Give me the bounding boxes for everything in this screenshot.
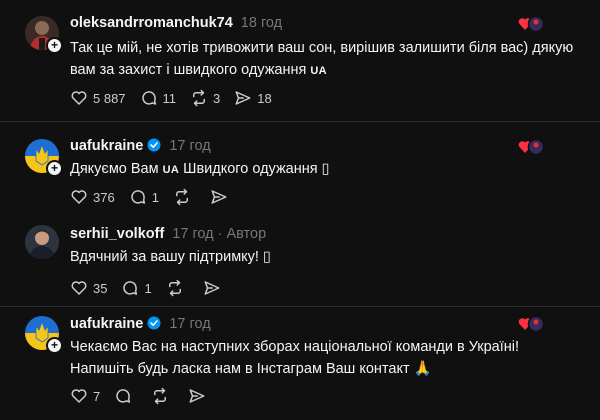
repost-icon bbox=[175, 188, 188, 206]
timestamp[interactable]: 18 год bbox=[241, 15, 282, 31]
timestamp[interactable]: 17 год bbox=[169, 316, 210, 332]
like-count: 35 bbox=[93, 280, 108, 296]
pray-emoji: 🙏 bbox=[413, 361, 432, 377]
timestamp[interactable]: 17 год bbox=[172, 226, 213, 242]
comment-icon bbox=[131, 190, 145, 204]
separator: · bbox=[217, 226, 223, 242]
repost-icon bbox=[193, 89, 206, 107]
avatar[interactable] bbox=[25, 225, 59, 259]
send-icon bbox=[211, 190, 227, 204]
action-bar: 5 887 11 3 18 bbox=[70, 89, 286, 107]
heart-icon bbox=[71, 190, 87, 204]
like-count: 5 887 bbox=[93, 90, 126, 106]
comment-text: Дякуємо Вам UA Швидкого одужання ▯ bbox=[70, 161, 330, 177]
send-icon bbox=[189, 389, 205, 403]
comment-icon bbox=[123, 281, 138, 295]
send-icon bbox=[235, 91, 251, 105]
repost-count: 3 bbox=[213, 90, 221, 106]
heart-icon bbox=[71, 389, 87, 403]
action-bar: 376 1 bbox=[70, 188, 247, 206]
repost-icon bbox=[168, 279, 181, 297]
repost-button[interactable] bbox=[151, 387, 174, 405]
comment-header: uafukraine 17 год bbox=[70, 138, 211, 154]
follow-plus-icon[interactable]: + bbox=[46, 37, 63, 54]
reply-button[interactable]: 11 bbox=[140, 89, 177, 107]
reply-count: 1 bbox=[151, 189, 159, 205]
comment-text: Вдячний за вашу підтримку! ▯ bbox=[70, 249, 271, 265]
reply-count: 11 bbox=[162, 90, 177, 106]
comment-item: + uafukraine 17 год Дякуємо Вам UA Швидко… bbox=[0, 122, 600, 214]
follow-plus-icon[interactable]: + bbox=[46, 337, 63, 354]
repost-button[interactable] bbox=[166, 279, 189, 297]
username[interactable]: uafukraine bbox=[70, 316, 143, 332]
liked-by-author-icon bbox=[518, 138, 544, 156]
heart-icon bbox=[71, 281, 87, 295]
comment-text: Так це мій, не хотів тривожити ваш сон, … bbox=[70, 40, 574, 78]
heart-icon bbox=[71, 91, 87, 105]
like-count: 376 bbox=[93, 189, 115, 205]
comment-header: serhii_volkoff 17 год · Автор bbox=[70, 226, 266, 242]
emoji-placeholder: ▯ bbox=[321, 161, 330, 177]
action-bar: 7 bbox=[70, 387, 225, 405]
username[interactable]: oleksandrromanchuk74 bbox=[70, 15, 233, 31]
liked-by-author-icon bbox=[518, 315, 544, 333]
action-bar: 35 1 bbox=[70, 279, 240, 297]
follow-plus-icon[interactable]: + bbox=[46, 160, 63, 177]
comment-item: + oleksandrromanchuk74 18 год Так це мій,… bbox=[0, 0, 600, 118]
author-badge: Автор bbox=[226, 226, 267, 242]
like-button[interactable]: 376 bbox=[70, 188, 115, 206]
share-button[interactable] bbox=[203, 279, 226, 297]
share-count: 18 bbox=[257, 90, 272, 106]
share-button[interactable] bbox=[210, 188, 233, 206]
username[interactable]: uafukraine bbox=[70, 138, 143, 154]
like-count: 7 bbox=[93, 388, 101, 404]
comment-text: Чекаємо Вас на наступних зборах націонал… bbox=[70, 339, 520, 377]
verified-badge-icon bbox=[147, 316, 161, 330]
repost-button[interactable]: 3 bbox=[190, 89, 220, 107]
like-button[interactable]: 7 bbox=[70, 387, 100, 405]
like-button[interactable]: 5 887 bbox=[70, 89, 126, 107]
ua-flag-emoji: UA bbox=[162, 164, 180, 176]
repost-icon bbox=[154, 387, 167, 405]
comment-header: oleksandrromanchuk74 18 год bbox=[70, 15, 282, 31]
emoji-placeholder: ▯ bbox=[263, 249, 271, 265]
comment-header: uafukraine 17 год bbox=[70, 316, 211, 332]
timestamp[interactable]: 17 год bbox=[169, 138, 210, 154]
verified-badge-icon bbox=[147, 138, 161, 152]
comment-item: serhii_volkoff 17 год · Автор Вдячний за ва… bbox=[0, 214, 600, 304]
comment-icon bbox=[141, 91, 156, 105]
like-button[interactable]: 35 bbox=[70, 279, 107, 297]
reply-button[interactable]: 1 bbox=[121, 279, 152, 297]
username[interactable]: serhii_volkoff bbox=[70, 226, 164, 242]
reply-button[interactable] bbox=[114, 387, 137, 405]
reply-count: 1 bbox=[144, 280, 152, 296]
repost-button[interactable] bbox=[173, 188, 196, 206]
comment-icon bbox=[116, 389, 131, 403]
comment-item: + uafukraine 17 год Чекаємо Вас на наступ… bbox=[0, 307, 600, 420]
reply-button[interactable]: 1 bbox=[129, 188, 159, 206]
send-icon bbox=[204, 281, 220, 295]
share-button[interactable]: 18 bbox=[234, 89, 272, 107]
share-button[interactable] bbox=[188, 387, 211, 405]
ua-flag-emoji: UA bbox=[310, 65, 327, 77]
liked-by-author-icon bbox=[518, 15, 544, 33]
